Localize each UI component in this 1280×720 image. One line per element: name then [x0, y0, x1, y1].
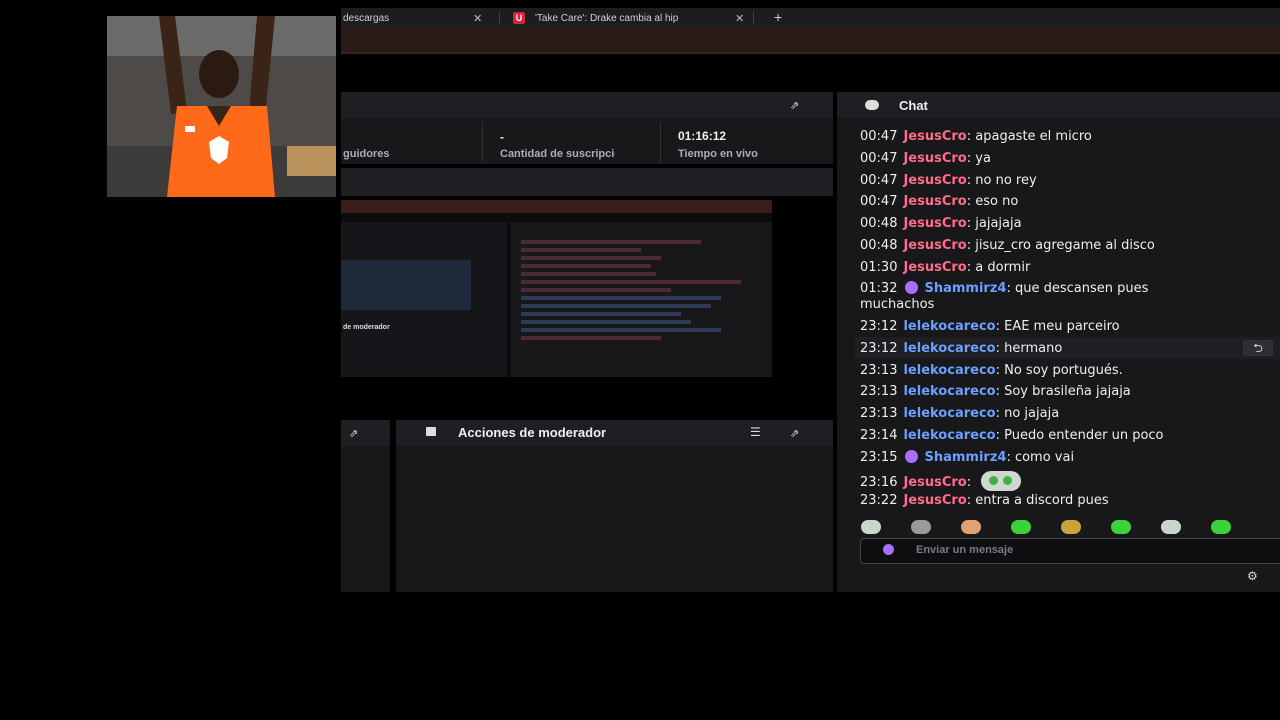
mod-actions-header: Acciones de moderador ☰ ⇗ — [396, 420, 833, 446]
chat-username[interactable]: Shammirz4 — [924, 450, 1006, 465]
chat-username[interactable]: JesusCro — [903, 216, 966, 231]
browser-address-bar[interactable] — [341, 28, 1280, 54]
preview-thumbnail — [341, 260, 471, 310]
emote-icon[interactable] — [1061, 520, 1081, 534]
document-icon — [426, 427, 436, 436]
chat-message: 00:47 JesusCro: eso no — [860, 194, 1019, 209]
tab-title: descargas — [343, 12, 390, 24]
emote-icon[interactable] — [911, 520, 931, 534]
chat-username[interactable]: JesusCro — [903, 129, 966, 144]
chat-message: 23:22 JesusCro: entra a discord pues — [860, 493, 1109, 508]
subs-label: Cantidad de suscripciones — [500, 148, 615, 160]
popout-icon[interactable]: ⇗ — [349, 427, 363, 440]
chat-username[interactable]: lelekocareco — [903, 341, 995, 356]
streamer-photo — [107, 16, 336, 197]
chat-message: 23:12 lelekocareco: hermano — [860, 341, 1063, 356]
mod-actions-panel: Acciones de moderador ☰ ⇗ — [396, 420, 833, 592]
mod-actions-title: Acciones de moderador — [458, 425, 607, 440]
subscriber-badge-icon — [905, 450, 919, 463]
chat-username[interactable]: lelekocareco — [903, 363, 995, 378]
stats-panel-header: ⇗ — [341, 92, 833, 118]
chat-username[interactable]: JesusCro — [903, 260, 966, 275]
chat-input[interactable]: Enviar un mensaje — [860, 538, 1280, 564]
chat-username[interactable]: lelekocareco — [903, 319, 995, 334]
new-tab-button[interactable]: + — [774, 7, 782, 27]
stream-preview: de moderador — [341, 200, 772, 377]
preview-panel-header — [341, 168, 833, 196]
webcam-overlay — [107, 16, 336, 197]
emote-icon[interactable] — [961, 520, 981, 534]
plus-icon: + — [774, 9, 783, 25]
chat-message: 23:13 lelekocareco: Soy brasileña jajaja — [860, 384, 1131, 399]
chat-message: 23:15 Shammirz4: como vai — [860, 450, 1075, 465]
chat-username[interactable]: JesusCro — [903, 493, 966, 508]
live-time-value: 01:16:12 — [678, 129, 727, 143]
chat-title: Chat — [899, 98, 928, 113]
chat-message-continuation: muchachos — [860, 297, 935, 312]
reply-icon[interactable]: ⮌ — [1243, 340, 1273, 356]
preview-dashboard: de moderador — [341, 222, 507, 377]
preview-chat — [511, 222, 772, 377]
site-favicon-icon: U — [513, 12, 525, 24]
emote-bar[interactable] — [861, 520, 1261, 539]
close-icon[interactable]: ✕ — [473, 12, 482, 25]
live-time-label: Tiempo en vivo — [678, 148, 758, 160]
browser-tab[interactable]: descargas ✕ — [343, 8, 493, 28]
tab-title: 'Take Care': Drake cambia al hip — [535, 12, 679, 24]
chat-username[interactable]: lelekocareco — [903, 406, 995, 421]
chat-username[interactable]: JesusCro — [903, 151, 966, 166]
badge-icon — [883, 544, 894, 555]
chat-username[interactable]: JesusCro — [903, 173, 966, 188]
chat-input-placeholder: Enviar un mensaje — [916, 544, 1014, 556]
filter-icon[interactable]: ☰ — [750, 425, 761, 439]
emote-icon — [981, 471, 1022, 491]
chat-panel: Chat 00:47 JesusCro: apagaste el micro 00… — [837, 92, 1280, 592]
chat-username[interactable]: JesusCro — [903, 194, 966, 209]
popout-icon[interactable]: ⇗ — [790, 427, 804, 440]
emote-icon[interactable] — [1211, 520, 1231, 534]
stats-panel: guidores - Cantidad de suscripciones 01:… — [341, 118, 833, 164]
chat-message: 01:32 Shammirz4: que descansen pues — [860, 281, 1149, 296]
subs-value: - — [500, 130, 504, 144]
emote-icon[interactable] — [1011, 520, 1031, 534]
chat-message: 23:14 lelekocareco: Puedo entender un poc… — [860, 428, 1164, 443]
chat-message: 00:47 JesusCro: ya — [860, 151, 991, 166]
chat-username[interactable]: Shammirz4 — [924, 281, 1006, 296]
emote-icon[interactable] — [1161, 520, 1181, 534]
chat-username[interactable]: lelekocareco — [903, 384, 995, 399]
chat-message: 00:48 JesusCro: jajajaja — [860, 216, 1022, 231]
chat-username[interactable]: JesusCro — [903, 475, 966, 490]
chat-message: 00:48 JesusCro: jisuz_cro agregame al dis… — [860, 238, 1155, 253]
chat-message: 23:12 lelekocareco: EAE meu parceiro — [860, 319, 1120, 334]
close-icon[interactable]: ✕ — [735, 12, 744, 25]
popout-icon[interactable]: ⇗ — [790, 99, 804, 112]
preview-mod-title: de moderador — [343, 324, 390, 331]
left-panel-stub: ⇗ — [341, 420, 390, 592]
settings-icon[interactable]: ⚙ — [1247, 569, 1258, 583]
chat-username[interactable]: lelekocareco — [903, 428, 995, 443]
browser-tab[interactable]: U 'Take Care': Drake cambia al hip ✕ — [513, 8, 753, 28]
chat-bubble-icon — [865, 100, 879, 110]
emote-icon[interactable] — [1111, 520, 1131, 534]
chat-message: 23:13 lelekocareco: No soy portugués. — [860, 363, 1123, 378]
chat-message: 23:16 JesusCro: — [860, 471, 1022, 491]
chat-message: 23:13 lelekocareco: no jajaja — [860, 406, 1060, 421]
chat-header: Chat — [837, 92, 1280, 118]
preview-browser-bar — [341, 200, 772, 213]
chat-message: 01:30 JesusCro: a dormir — [860, 260, 1031, 275]
browser-tab-bar: descargas ✕ U 'Take Care': Drake cambia … — [341, 8, 1280, 28]
chat-username[interactable]: JesusCro — [903, 238, 966, 253]
chat-message: 00:47 JesusCro: no no rey — [860, 173, 1037, 188]
chat-message: 00:47 JesusCro: apagaste el micro — [860, 129, 1092, 144]
followers-label: guidores — [343, 148, 390, 160]
emote-icon[interactable] — [861, 520, 881, 534]
subscriber-badge-icon — [905, 281, 919, 294]
